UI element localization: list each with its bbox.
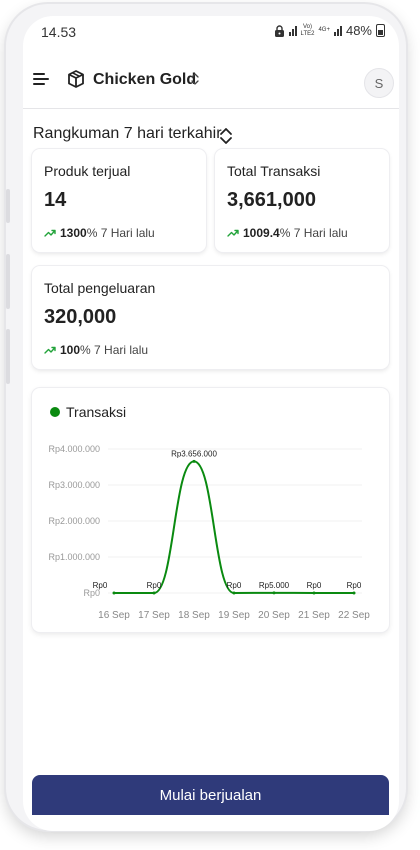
- transactions-chart-card: Transaksi Rp0 Rp1.000.000 Rp2.000.000 Rp3.0…: [32, 388, 389, 632]
- stat-label: Produk terjual: [44, 163, 131, 179]
- summary-title: Rangkuman 7 hari terkahir: [33, 125, 222, 142]
- data-point: [112, 591, 116, 595]
- y-tick-label: Rp1.000.000: [48, 552, 100, 562]
- trend-up-icon: [44, 229, 56, 237]
- start-selling-button[interactable]: Mulai berjualan: [32, 775, 389, 815]
- data-point: [152, 591, 156, 595]
- stat-card-total-expenses[interactable]: Total pengeluaran 320,000 100% 7 Hari la…: [32, 266, 389, 369]
- stat-card-total-transactions[interactable]: Total Transaksi 3,661,000 1009.4% 7 Hari…: [215, 149, 389, 252]
- data-point: [312, 591, 316, 595]
- stat-trend: 1009.4% 7 Hari lalu: [227, 226, 348, 240]
- x-tick-label: 21 Sep: [298, 610, 330, 621]
- menu-icon[interactable]: [33, 73, 49, 86]
- stat-change: 1300: [60, 226, 87, 240]
- chevron-up-down-icon[interactable]: [219, 126, 233, 146]
- data-label: Rp0: [227, 581, 242, 590]
- stat-trend: 1300% 7 Hari lalu: [44, 226, 155, 240]
- stat-change-suffix: % 7 Hari lalu: [279, 226, 348, 240]
- store-selector[interactable]: Chicken Gold: [93, 71, 196, 89]
- x-tick-label: 20 Sep: [258, 610, 290, 621]
- data-point: [192, 459, 196, 463]
- y-tick-label: Rp3.000.000: [48, 480, 100, 490]
- stat-change: 1009.4: [243, 226, 280, 240]
- stat-value: 320,000: [44, 306, 117, 328]
- phone-frame: 14.53 Vo) LTE2 4G+ 48% Chicken Gold S Ra…: [6, 4, 406, 831]
- app-screen: 14.53 Vo) LTE2 4G+ 48% Chicken Gold S Ra…: [23, 16, 399, 831]
- lock-icon: [274, 24, 284, 37]
- data-point: [352, 591, 356, 595]
- battery-percent: 48%: [345, 23, 372, 38]
- y-tick-label: Rp2.000.000: [48, 516, 100, 526]
- transactions-chart: Rp0 Rp1.000.000 Rp2.000.000 Rp3.000.000 Rp4.…: [48, 444, 370, 621]
- side-button: [6, 254, 10, 309]
- signal-icon: [288, 25, 297, 36]
- x-tick-label: 16 Sep: [98, 610, 130, 621]
- stat-card-products-sold[interactable]: Produk terjual 14 1300% 7 Hari lalu: [32, 149, 206, 252]
- network-label: 4G+: [318, 27, 330, 33]
- stat-value: 3,661,000: [227, 189, 316, 211]
- data-label: Rp0: [147, 581, 162, 590]
- box-icon: [68, 70, 84, 88]
- data-point: [272, 591, 276, 595]
- data-label: Rp3.656.000: [171, 449, 217, 458]
- avatar[interactable]: S: [364, 68, 394, 98]
- x-tick-label: 22 Sep: [338, 610, 370, 621]
- side-button: [6, 329, 10, 384]
- status-bar: 14.53 Vo) LTE2 4G+ 48%: [23, 16, 399, 46]
- stat-value: 14: [44, 189, 67, 211]
- status-time: 14.53: [41, 24, 77, 40]
- stat-change: 100: [60, 343, 81, 357]
- trend-up-icon: [44, 346, 56, 354]
- chevron-up-down-icon[interactable]: [190, 70, 200, 88]
- y-tick-label: Rp4.000.000: [48, 444, 100, 454]
- x-tick-label: 19 Sep: [218, 610, 250, 621]
- trend-up-icon: [227, 229, 239, 237]
- battery-icon: [376, 24, 385, 37]
- data-label: Rp5.000: [259, 581, 290, 590]
- x-tick-label: 18 Sep: [178, 610, 210, 621]
- signal-icon: [333, 25, 342, 36]
- stat-label: Total pengeluaran: [44, 280, 156, 296]
- data-label: Rp0: [347, 581, 362, 590]
- x-tick-label: 17 Sep: [138, 610, 170, 621]
- data-label: Rp0: [93, 581, 108, 590]
- series-line-transaksi: [114, 460, 354, 595]
- network-label: Vo) LTE2: [300, 23, 315, 37]
- data-point: [232, 591, 236, 595]
- stat-label: Total Transaksi: [227, 163, 321, 179]
- stat-change-suffix: % 7 Hari lalu: [86, 226, 155, 240]
- status-icons: Vo) LTE2 4G+ 48%: [274, 23, 385, 38]
- app-header: Chicken Gold S: [23, 52, 399, 109]
- side-button: [6, 189, 10, 223]
- stat-trend: 100% 7 Hari lalu: [44, 343, 148, 357]
- data-label: Rp0: [307, 581, 322, 590]
- stat-change-suffix: % 7 Hari lalu: [80, 343, 149, 357]
